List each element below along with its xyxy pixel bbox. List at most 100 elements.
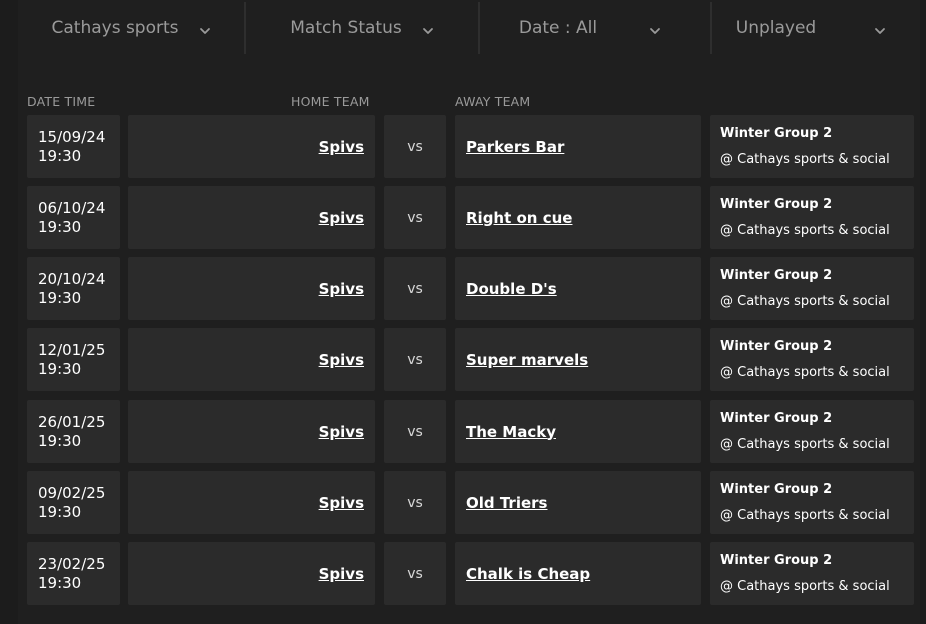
- fixture-away-cell: Right on cue: [455, 186, 701, 249]
- away-team-link[interactable]: Double D's: [466, 280, 557, 298]
- fixture-home-cell: Spivs: [128, 542, 375, 605]
- column-header-date-time: DATE TIME: [27, 94, 96, 109]
- home-team-link[interactable]: Spivs: [319, 209, 364, 227]
- filter-bar: Cathays sports Match Status Date : All U…: [18, 0, 920, 56]
- away-team-link[interactable]: The Macky: [466, 423, 556, 441]
- fixture-date-time: 09/02/25 19:30: [38, 484, 105, 521]
- fixture-time: 19:30: [38, 431, 82, 450]
- filter-date-dropdown[interactable]: Date : All: [480, 0, 710, 56]
- fixture-date: 09/02/25: [38, 484, 106, 502]
- fixture-venue: @ Cathays sports & social: [720, 223, 890, 238]
- home-team-link[interactable]: Spivs: [319, 351, 364, 369]
- fixture-home-cell: Spivs: [128, 400, 375, 463]
- fixture-venue: @ Cathays sports & social: [720, 579, 890, 594]
- fixture-date-cell: 26/01/25 19:30: [27, 400, 120, 463]
- fixture-date-cell: 06/10/24 19:30: [27, 186, 120, 249]
- fixture-group: Winter Group 2: [720, 482, 833, 497]
- fixture-vs-cell: vs: [384, 186, 446, 249]
- home-team-link[interactable]: Spivs: [319, 565, 364, 583]
- fixture-date-cell: 09/02/25 19:30: [27, 471, 120, 534]
- filter-venue-label: Cathays sports: [51, 18, 179, 38]
- fixture-away-cell: Old Triers: [455, 471, 701, 534]
- fixture-venue: @ Cathays sports & social: [720, 294, 890, 309]
- fixture-venue-cell: Winter Group 2 @ Cathays sports & social: [710, 115, 914, 178]
- fixture-venue: @ Cathays sports & social: [720, 152, 890, 167]
- filter-venue-dropdown[interactable]: Cathays sports: [18, 0, 244, 56]
- fixture-venue-cell: Winter Group 2 @ Cathays sports & social: [710, 400, 914, 463]
- column-header-away-team: AWAY TEAM: [455, 94, 531, 109]
- filter-match-status-dropdown[interactable]: Match Status: [246, 0, 478, 56]
- vs-label: vs: [407, 423, 423, 440]
- fixture-venue-cell: Winter Group 2 @ Cathays sports & social: [710, 186, 914, 249]
- away-team-link[interactable]: Super marvels: [466, 351, 588, 369]
- fixture-home-cell: Spivs: [128, 328, 375, 391]
- fixture-date-time: 12/01/25 19:30: [38, 341, 105, 378]
- fixture-group: Winter Group 2: [720, 126, 833, 141]
- column-header-home-team: HOME TEAM: [291, 94, 370, 109]
- fixture-date-time: 23/02/25 19:30: [38, 555, 105, 592]
- vs-label: vs: [407, 280, 423, 297]
- fixture-vs-cell: vs: [384, 542, 446, 605]
- fixture-time: 19:30: [38, 359, 82, 378]
- home-team-link[interactable]: Spivs: [319, 138, 364, 156]
- fixture-date: 20/10/24: [38, 270, 106, 288]
- chevron-down-icon: [422, 22, 434, 34]
- vs-label: vs: [407, 565, 423, 582]
- fixture-group: Winter Group 2: [720, 411, 833, 426]
- home-team-link[interactable]: Spivs: [319, 280, 364, 298]
- fixture-venue: @ Cathays sports & social: [720, 437, 890, 452]
- fixture-date: 06/10/24: [38, 199, 106, 217]
- fixture-group: Winter Group 2: [720, 197, 833, 212]
- fixture-group: Winter Group 2: [720, 268, 833, 283]
- fixture-date-cell: 15/09/24 19:30: [27, 115, 120, 178]
- fixture-venue: @ Cathays sports & social: [720, 508, 890, 523]
- fixture-venue-cell: Winter Group 2 @ Cathays sports & social: [710, 257, 914, 320]
- home-team-link[interactable]: Spivs: [319, 423, 364, 441]
- fixture-vs-cell: vs: [384, 257, 446, 320]
- fixture-away-cell: Chalk is Cheap: [455, 542, 701, 605]
- fixture-group: Winter Group 2: [720, 553, 833, 568]
- fixture-date-time: 20/10/24 19:30: [38, 270, 105, 307]
- fixture-time: 19:30: [38, 146, 82, 165]
- away-team-link[interactable]: Chalk is Cheap: [466, 565, 590, 583]
- fixture-away-cell: Super marvels: [455, 328, 701, 391]
- fixture-time: 19:30: [38, 502, 82, 521]
- fixture-venue-cell: Winter Group 2 @ Cathays sports & social: [710, 542, 914, 605]
- chevron-down-icon: [649, 22, 661, 34]
- away-team-link[interactable]: Parkers Bar: [466, 138, 564, 156]
- fixture-date-cell: 23/02/25 19:30: [27, 542, 120, 605]
- fixture-group: Winter Group 2: [720, 339, 833, 354]
- fixture-date: 23/02/25: [38, 555, 106, 573]
- fixture-vs-cell: vs: [384, 471, 446, 534]
- fixture-time: 19:30: [38, 217, 82, 236]
- fixture-date: 12/01/25: [38, 341, 106, 359]
- vs-label: vs: [407, 494, 423, 511]
- filter-played-label: Unplayed: [735, 18, 817, 38]
- fixture-home-cell: Spivs: [128, 186, 375, 249]
- fixture-venue: @ Cathays sports & social: [720, 365, 890, 380]
- vs-label: vs: [407, 138, 423, 155]
- fixture-venue-cell: Winter Group 2 @ Cathays sports & social: [710, 471, 914, 534]
- fixture-vs-cell: vs: [384, 115, 446, 178]
- fixture-away-cell: Double D's: [455, 257, 701, 320]
- filter-date-label: Date : All: [518, 18, 598, 38]
- fixture-home-cell: Spivs: [128, 471, 375, 534]
- vs-label: vs: [407, 209, 423, 226]
- filter-match-status-label: Match Status: [290, 18, 402, 38]
- fixture-vs-cell: vs: [384, 328, 446, 391]
- fixture-date-cell: 20/10/24 19:30: [27, 257, 120, 320]
- fixture-date: 26/01/25: [38, 413, 106, 431]
- fixture-date-time: 06/10/24 19:30: [38, 199, 105, 236]
- filter-played-dropdown[interactable]: Unplayed: [712, 0, 920, 56]
- away-team-link[interactable]: Right on cue: [466, 209, 572, 227]
- fixture-away-cell: Parkers Bar: [455, 115, 701, 178]
- away-team-link[interactable]: Old Triers: [466, 494, 547, 512]
- fixture-date-time: 15/09/24 19:30: [38, 128, 105, 165]
- home-team-link[interactable]: Spivs: [319, 494, 364, 512]
- fixture-away-cell: The Macky: [455, 400, 701, 463]
- fixture-date: 15/09/24: [38, 128, 106, 146]
- fixture-date-cell: 12/01/25 19:30: [27, 328, 120, 391]
- fixture-venue-cell: Winter Group 2 @ Cathays sports & social: [710, 328, 914, 391]
- fixture-time: 19:30: [38, 573, 82, 592]
- vs-label: vs: [407, 351, 423, 368]
